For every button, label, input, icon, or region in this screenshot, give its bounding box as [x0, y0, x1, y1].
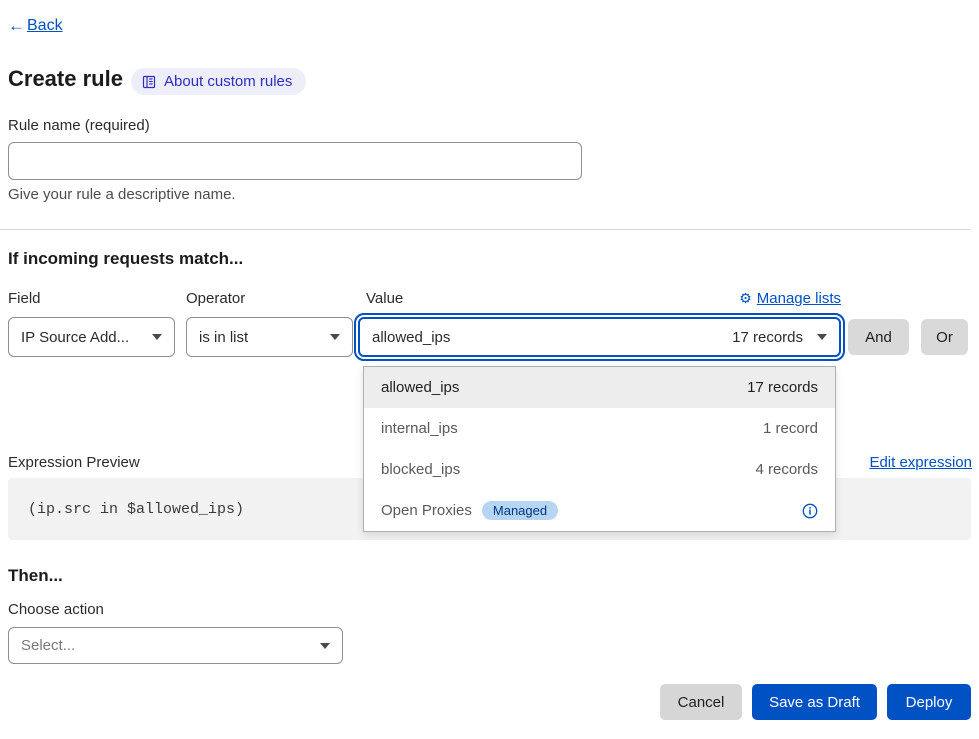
edit-expression-link[interactable]: Edit expression — [869, 454, 972, 471]
field-select[interactable]: IP Source Add... — [8, 317, 175, 357]
about-custom-rules-label: About custom rules — [164, 73, 292, 90]
deploy-button[interactable]: Deploy — [887, 684, 971, 720]
operator-label: Operator — [186, 290, 245, 307]
option-name: allowed_ips — [381, 379, 459, 396]
option-name: blocked_ips — [381, 461, 460, 478]
or-button[interactable]: Or — [921, 319, 968, 355]
manage-lists-link[interactable]: ⚙ Manage lists — [739, 290, 841, 307]
managed-badge: Managed — [482, 501, 558, 520]
rule-name-helper-text: Give your rule a descriptive name. — [8, 186, 236, 203]
operator-select-value: is in list — [199, 329, 248, 346]
page-title: Create rule — [8, 66, 123, 92]
dropdown-option-open-proxies[interactable]: Open Proxies Managed — [364, 490, 835, 531]
manage-lists-label[interactable]: Manage lists — [757, 290, 841, 307]
value-label: Value — [366, 290, 403, 307]
value-select-record-count: 17 records — [732, 329, 803, 346]
back-arrow-icon: ← — [8, 16, 25, 36]
then-section-heading: Then... — [8, 566, 63, 586]
expression-preview-label: Expression Preview — [8, 454, 140, 471]
match-section-heading: If incoming requests match... — [8, 249, 243, 269]
action-select-placeholder: Select... — [21, 637, 75, 654]
back-link[interactable]: ← Back — [8, 16, 63, 36]
dropdown-option-allowed-ips[interactable]: allowed_ips 17 records — [364, 367, 835, 408]
field-select-value: IP Source Add... — [21, 329, 129, 346]
value-select-value: allowed_ips — [372, 329, 450, 346]
info-icon[interactable] — [802, 503, 818, 519]
chevron-down-icon — [152, 334, 162, 340]
option-record-count: 17 records — [747, 379, 818, 396]
value-dropdown-panel: allowed_ips 17 records internal_ips 1 re… — [363, 366, 836, 532]
dropdown-option-blocked-ips[interactable]: blocked_ips 4 records — [364, 449, 835, 490]
dropdown-option-internal-ips[interactable]: internal_ips 1 record — [364, 408, 835, 449]
section-divider — [0, 229, 971, 230]
operator-select[interactable]: is in list — [186, 317, 353, 357]
field-label: Field — [8, 290, 41, 307]
value-select[interactable]: allowed_ips 17 records — [358, 317, 841, 357]
rule-name-input[interactable] — [8, 142, 582, 180]
option-name: Open Proxies — [381, 502, 472, 519]
gear-icon: ⚙ — [739, 290, 752, 307]
chevron-down-icon — [320, 643, 330, 649]
action-select[interactable]: Select... — [8, 627, 343, 664]
rule-name-label: Rule name (required) — [8, 117, 150, 134]
and-button[interactable]: And — [848, 319, 909, 355]
cancel-button[interactable]: Cancel — [660, 684, 742, 720]
chevron-down-icon — [330, 334, 340, 340]
back-link-label[interactable]: Back — [27, 17, 63, 35]
book-icon — [141, 74, 157, 90]
option-record-count: 4 records — [755, 461, 818, 478]
option-name: internal_ips — [381, 420, 458, 437]
about-custom-rules-link[interactable]: About custom rules — [131, 68, 306, 95]
save-as-draft-button[interactable]: Save as Draft — [752, 684, 877, 720]
chevron-down-icon — [817, 334, 827, 340]
expression-code: (ip.src in $allowed_ips) — [28, 501, 244, 518]
option-record-count: 1 record — [763, 420, 818, 437]
choose-action-label: Choose action — [8, 601, 104, 618]
